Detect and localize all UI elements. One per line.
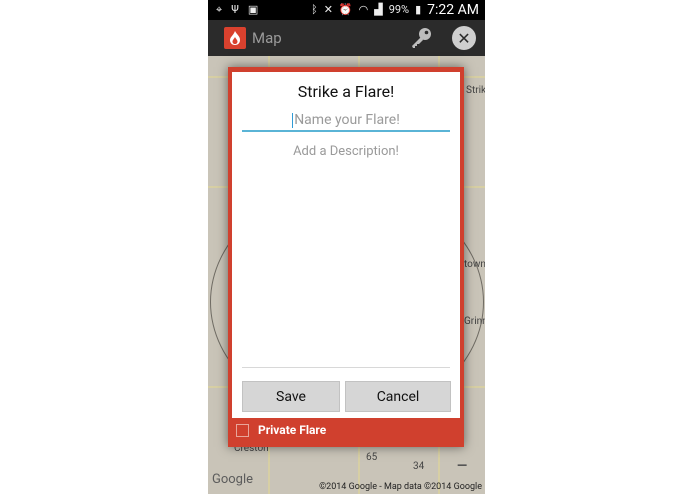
google-logo: Google	[212, 472, 254, 487]
map-label: 65	[366, 452, 378, 463]
battery-percent: 99%	[388, 3, 410, 16]
status-bar: ⌖ Ψ ▣ ᛒ ✕ ⏰ ◠ ▟ 99% ▮ 7:22 AM	[208, 0, 485, 20]
flare-name-input[interactable]: Name your Flare!	[242, 110, 450, 132]
save-button[interactable]: Save	[242, 381, 340, 412]
clock: 7:22 AM	[427, 2, 479, 18]
private-flare-label: Private Flare	[258, 423, 327, 437]
private-flare-checkbox[interactable]	[236, 423, 249, 437]
mute-icon: ✕	[323, 3, 333, 16]
strike-flare-dialog: Strike a Flare! Name your Flare! Add a D…	[228, 67, 464, 447]
close-icon[interactable]: ✕	[452, 26, 476, 50]
flare-description-placeholder: Add a Description!	[293, 144, 399, 159]
private-flare-option[interactable]: Private Flare	[236, 423, 326, 437]
map-label: town	[464, 259, 485, 270]
flare-description-input[interactable]: Add a Description!	[242, 138, 450, 368]
dialog-title: Strike a Flare!	[297, 82, 395, 101]
zoom-out-button[interactable]: −	[449, 454, 475, 480]
map-label: Grinnell	[464, 316, 485, 327]
gps-icon: ⌖	[216, 3, 223, 16]
usb-icon: Ψ	[231, 3, 239, 16]
map-copyright: ©2014 Google - Map data ©2014 Google	[319, 482, 482, 492]
app-title: Map	[252, 29, 282, 47]
alarm-icon: ⏰	[338, 3, 353, 16]
signal-icon: ▟	[374, 3, 383, 16]
bluetooth-icon: ᛒ	[311, 3, 318, 16]
flame-icon[interactable]	[224, 27, 246, 49]
image-icon: ▣	[247, 3, 259, 16]
battery-icon: ▮	[415, 3, 422, 16]
map-label: Strike	[466, 85, 485, 96]
cancel-button[interactable]: Cancel	[345, 381, 451, 412]
map-label: 34	[413, 461, 425, 472]
flare-name-placeholder: Name your Flare!	[294, 112, 400, 128]
wifi-icon: ◠	[358, 3, 369, 16]
action-bar: Map ✕	[208, 20, 485, 56]
key-icon[interactable]	[408, 25, 434, 51]
dialog-content: Strike a Flare! Name your Flare! Add a D…	[232, 72, 460, 418]
